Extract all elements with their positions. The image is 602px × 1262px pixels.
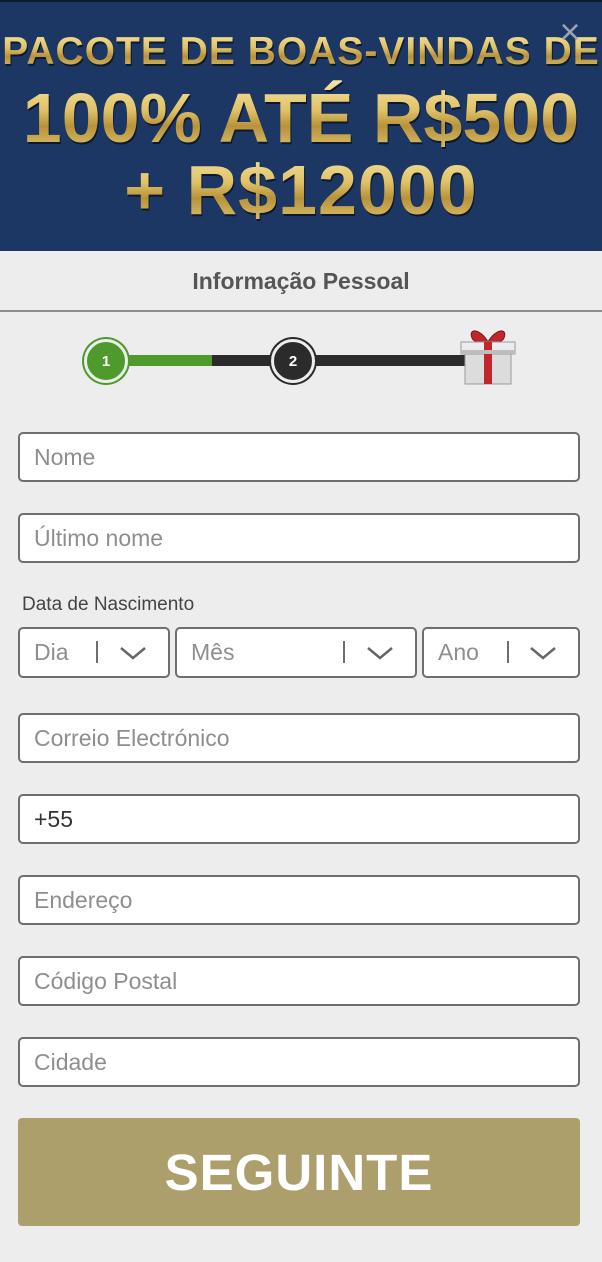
- city-input[interactable]: [18, 1037, 580, 1087]
- phone-input[interactable]: [18, 794, 580, 844]
- progress-track-remaining: [212, 355, 482, 366]
- select-divider: [343, 641, 345, 663]
- birth-month-placeholder: Mês: [191, 639, 235, 665]
- chevron-down-icon: [367, 647, 393, 660]
- progress-step-1: 1: [84, 339, 128, 383]
- banner-headline: PACOTE DE BOAS-VINDAS DE: [0, 30, 602, 74]
- close-icon[interactable]: ×: [554, 14, 586, 50]
- chevron-down-icon: [530, 647, 556, 660]
- email-input[interactable]: [18, 713, 580, 763]
- birth-day-select[interactable]: Dia: [18, 627, 170, 678]
- last-name-input[interactable]: [18, 513, 580, 563]
- banner-offer: 100% ATÉ R$500: [0, 78, 602, 158]
- birth-year-placeholder: Ano: [438, 639, 479, 665]
- date-of-birth-label: Data de Nascimento: [22, 594, 195, 615]
- first-name-input[interactable]: [18, 432, 580, 482]
- section-title: Informação Pessoal: [0, 251, 602, 312]
- address-input[interactable]: [18, 875, 580, 925]
- select-divider: [96, 641, 98, 663]
- birth-year-select[interactable]: Ano: [422, 627, 580, 678]
- select-divider: [507, 641, 509, 663]
- registration-progress: 1 2: [0, 320, 602, 400]
- birth-month-select[interactable]: Mês: [175, 627, 417, 678]
- next-button[interactable]: SEGUINTE: [18, 1118, 580, 1226]
- gift-icon: [460, 330, 516, 385]
- chevron-down-icon: [120, 647, 146, 660]
- banner-bonus: + R$12000: [0, 150, 602, 230]
- progress-step-2: 2: [271, 339, 315, 383]
- postal-code-input[interactable]: [18, 956, 580, 1006]
- promo-banner: PACOTE DE BOAS-VINDAS DE 100% ATÉ R$500 …: [0, 0, 602, 251]
- birth-day-placeholder: Dia: [34, 639, 69, 665]
